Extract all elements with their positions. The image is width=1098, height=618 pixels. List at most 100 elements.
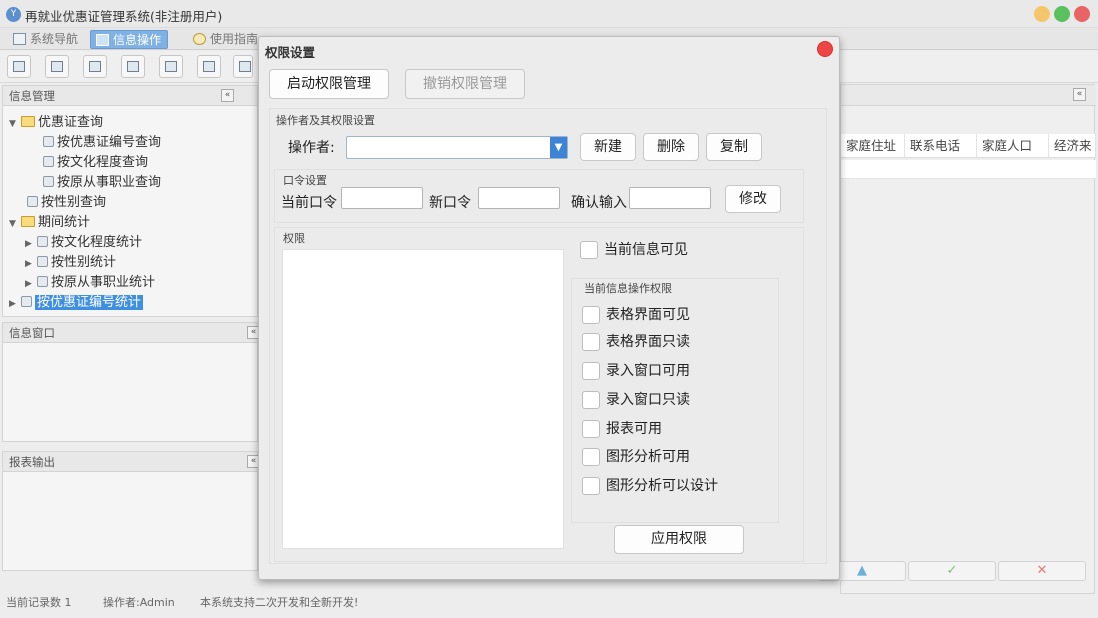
permission-list[interactable] (282, 249, 564, 549)
grid-header: « (841, 85, 1096, 106)
tree-node-leaf[interactable]: ▶ 按性别统计 (25, 254, 116, 272)
chevron-down-icon[interactable]: ▼ (550, 137, 567, 158)
panel-title: 报表输出 (9, 455, 55, 469)
document-tool-icon[interactable] (83, 55, 107, 78)
tab-system-nav[interactable]: 系统导航 (8, 30, 84, 49)
operator-select[interactable]: ▼ (346, 136, 568, 159)
confirm-pw-input[interactable] (629, 187, 711, 209)
checkbox-box[interactable] (582, 333, 600, 351)
operator-status: 操作者:Admin (103, 596, 175, 609)
group-label: 当前信息操作权限 (584, 282, 672, 295)
revoke-permission-button[interactable]: 撤销权限管理 (405, 69, 525, 99)
panel-title: 信息窗口 (9, 326, 55, 340)
status-bar: 当前记录数 1 操作者:Admin 本系统支持二次开发和全新开发! (0, 592, 1098, 614)
tree-node-folder[interactable]: ▼ 期间统计 (9, 214, 90, 232)
column-header[interactable]: 家庭住址 (841, 134, 905, 158)
tab-info-operation[interactable]: 信息操作 (90, 30, 169, 49)
tool-icon (43, 156, 54, 167)
panel-header: 报表输出 « (3, 452, 260, 472)
delete-button[interactable]: 删除 (643, 133, 699, 161)
nav-icon (13, 33, 26, 45)
checkbox-label: 录入窗口可用 (606, 363, 690, 379)
monitor-tool-icon[interactable] (159, 55, 183, 78)
report-output-panel: 报表输出 « (2, 451, 260, 571)
column-header[interactable]: 家庭人口 (977, 134, 1049, 158)
grid-columns: 家庭住址 联系电话 家庭人口 经济来 (841, 134, 1096, 158)
list-tool-icon[interactable] (45, 55, 69, 78)
checkbox-label: 表格界面可见 (606, 307, 690, 323)
cancel-button[interactable]: ✕ (998, 561, 1086, 581)
window-title: 再就业优惠证管理系统(非注册用户) (25, 9, 223, 24)
checkbox-label: 图形分析可以设计 (606, 478, 718, 494)
export-tool-icon[interactable] (197, 55, 221, 78)
tree-node-leaf[interactable]: ▶ 按文化程度统计 (25, 234, 142, 252)
folder-icon (21, 116, 35, 127)
print-tool-icon[interactable] (233, 55, 253, 78)
password-group: 口令设置 当前口令 新口令 确认输入 修改 (274, 169, 804, 223)
record-count: 当前记录数 1 (6, 596, 72, 609)
tree-node-leaf[interactable]: ▶ 按原从事职业统计 (25, 274, 155, 292)
new-button[interactable]: 新建 (580, 133, 636, 161)
tree-node-leaf[interactable]: 按文化程度查询 (41, 154, 148, 172)
confirm-button[interactable]: ✓ (908, 561, 996, 581)
tool-icon (37, 236, 48, 247)
checkbox-label: 录入窗口只读 (606, 392, 690, 408)
close-icon[interactable] (817, 41, 833, 57)
data-grid-panel: « 家庭住址 联系电话 家庭人口 经济来 (840, 84, 1096, 594)
enable-permission-button[interactable]: 启动权限管理 (269, 69, 389, 99)
tree-node-leaf[interactable]: 按优惠证编号查询 (41, 134, 161, 152)
checkbox-box[interactable] (582, 477, 600, 495)
tab-label: 信息操作 (113, 33, 162, 47)
close-button[interactable] (1074, 6, 1090, 22)
current-pw-input[interactable] (341, 187, 423, 209)
checkbox-box[interactable] (582, 306, 600, 324)
maximize-button[interactable] (1054, 6, 1070, 22)
panel-header: 信息管理 « (3, 86, 257, 106)
current-pw-label: 当前口令 (281, 195, 337, 211)
operator-label: 操作者: (288, 140, 335, 156)
checkbox-box[interactable] (580, 241, 598, 259)
tree-node-leaf[interactable]: 按原从事职业查询 (41, 174, 161, 192)
status-message: 本系统支持二次开发和全新开发! (200, 596, 359, 609)
tree-node-folder[interactable]: ▼ 优惠证查询 (9, 114, 103, 132)
checkbox-box[interactable] (582, 391, 600, 409)
tab-user-guide[interactable]: 使用指南 (188, 30, 264, 49)
minimize-button[interactable] (1034, 6, 1050, 22)
modify-button[interactable]: 修改 (725, 185, 781, 213)
confirm-pw-label: 确认输入 (571, 195, 627, 211)
folder-icon (21, 216, 35, 227)
column-header[interactable]: 经济来 (1049, 134, 1096, 158)
compass-icon (193, 33, 206, 45)
permission-dialog: 权限设置 启动权限管理 撤销权限管理 操作者及其权限设置 操作者: ▼ 新建 删… (258, 36, 840, 580)
table-row[interactable] (841, 160, 1096, 179)
checkbox-box[interactable] (582, 420, 600, 438)
new-pw-label: 新口令 (429, 195, 471, 211)
grid-icon (96, 34, 109, 46)
apply-permission-button[interactable]: 应用权限 (614, 525, 744, 554)
group-label: 操作者及其权限设置 (276, 114, 375, 127)
collapse-icon[interactable]: « (221, 89, 234, 102)
checkbox-box[interactable] (582, 362, 600, 380)
search-tool-icon[interactable] (7, 55, 31, 78)
info-window-panel: 信息窗口 « (2, 322, 260, 442)
tool-icon (43, 176, 54, 187)
column-header[interactable]: 联系电话 (905, 134, 977, 158)
checkbox-label: 表格界面只读 (606, 334, 690, 350)
app-window: Y 再就业优惠证管理系统(非注册用户) 系统导航 信息操作 使用指南 信息管理 … (0, 0, 1098, 618)
tree-node-leaf[interactable]: 按性别查询 (25, 194, 106, 212)
tool-icon (27, 196, 38, 207)
checkbox-label: 图形分析可用 (606, 449, 690, 465)
user-tool-icon[interactable] (121, 55, 145, 78)
app-logo-icon: Y (6, 7, 21, 22)
tree-node-selected[interactable]: ▶ 按优惠证编号统计 (9, 294, 144, 312)
checkbox-box[interactable] (582, 448, 600, 466)
info-mgmt-panel: 信息管理 « ▼ 优惠证查询 按优惠证编号查询 按文化程度查询 按原从事职业查询 … (2, 85, 258, 317)
panel-header: 信息窗口 « (3, 323, 260, 343)
dialog-title: 权限设置 (265, 45, 316, 60)
copy-button[interactable]: 复制 (706, 133, 762, 161)
collapse-icon[interactable]: « (1073, 88, 1086, 101)
new-pw-input[interactable] (478, 187, 560, 209)
checkbox-label: 报表可用 (606, 421, 662, 437)
tool-icon (21, 296, 32, 307)
tool-icon (37, 256, 48, 267)
